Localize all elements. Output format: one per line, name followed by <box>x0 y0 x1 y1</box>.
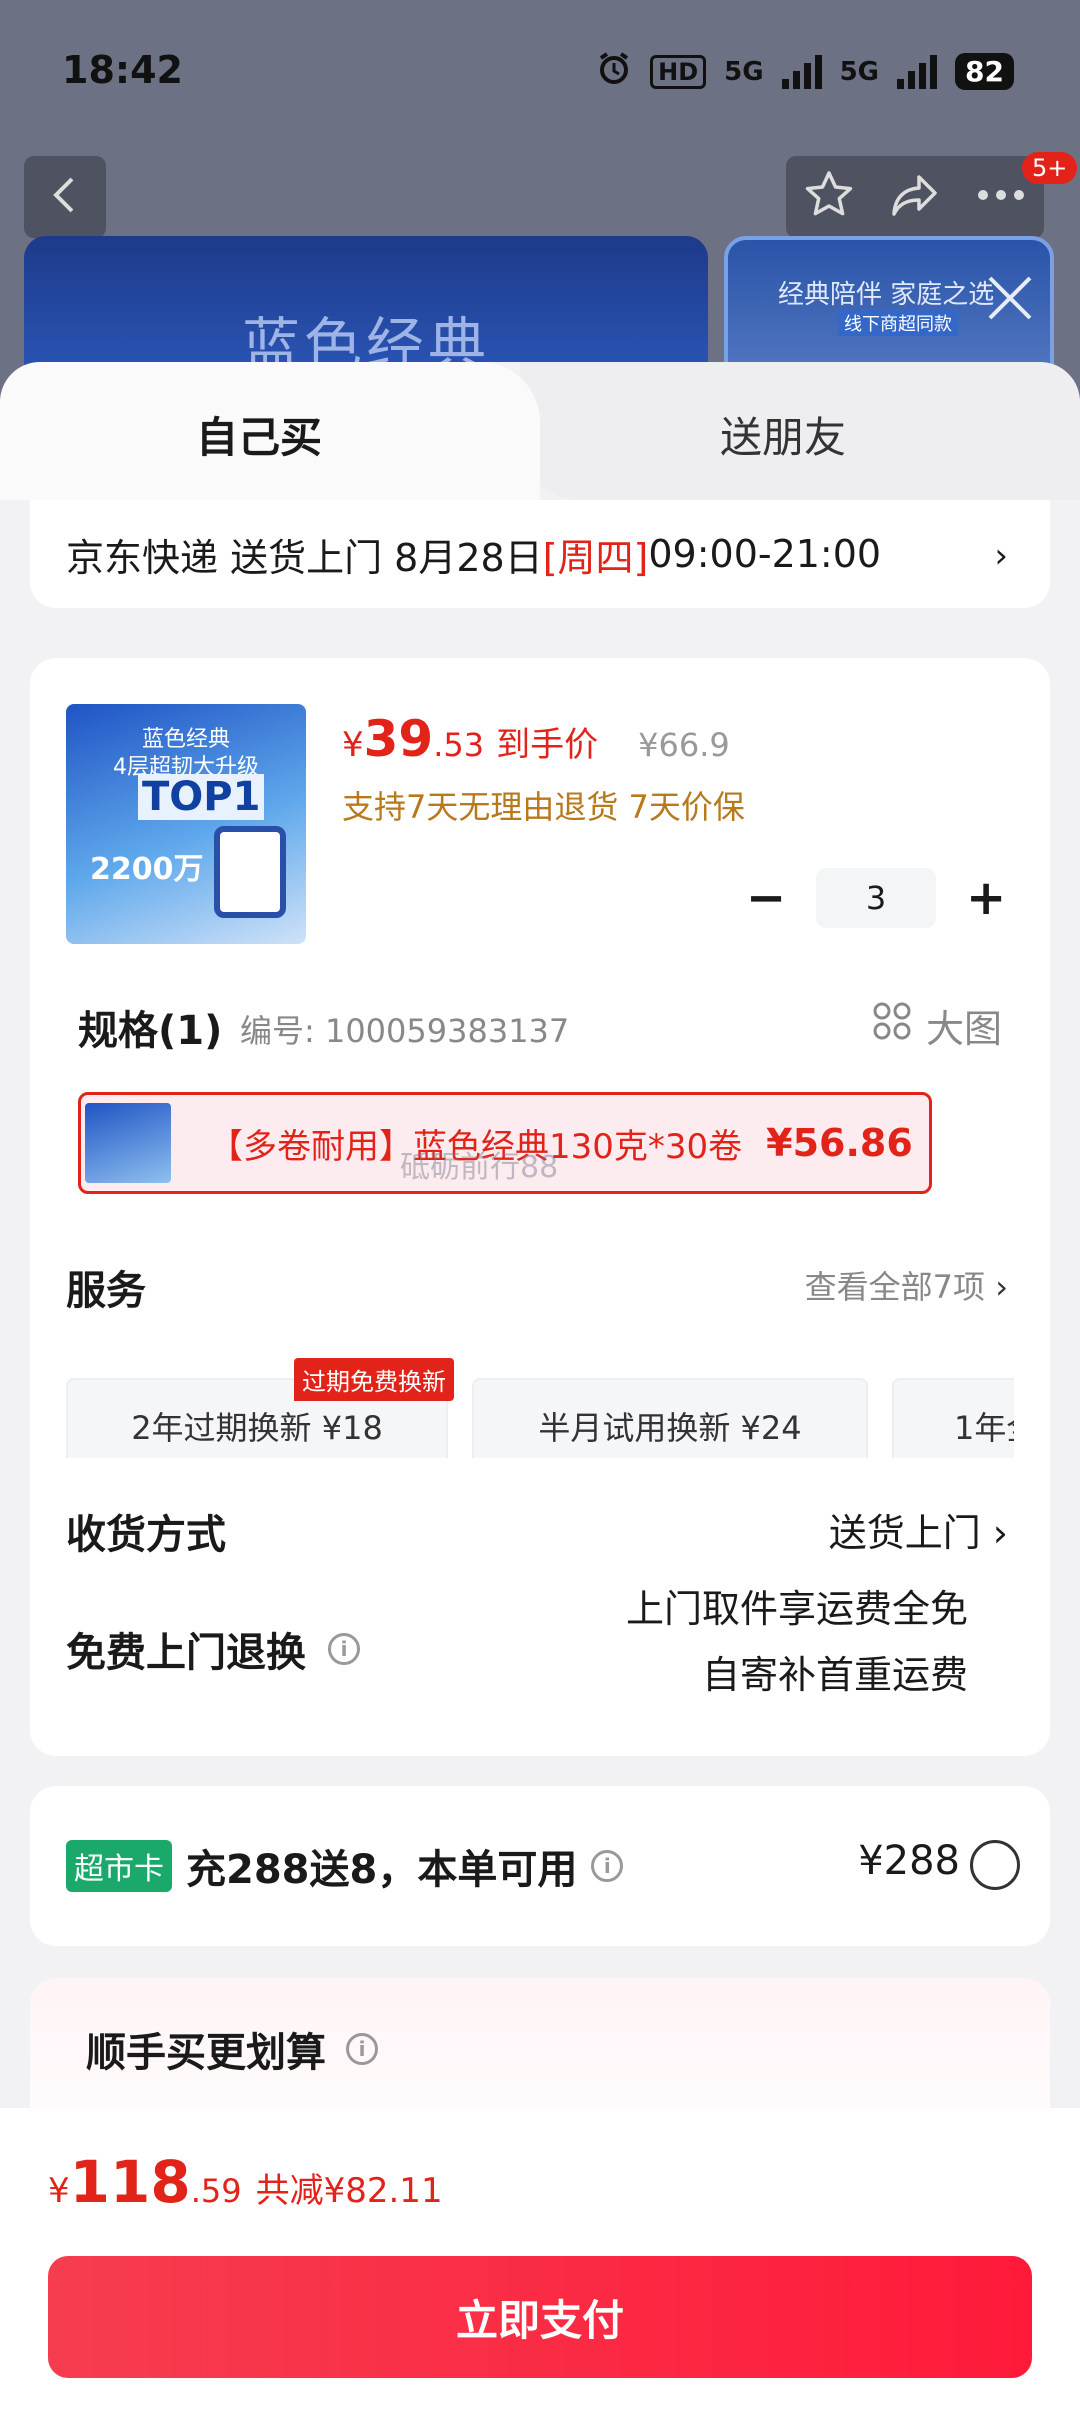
guarantee-text: 支持7天无理由退货 7天价保 <box>342 788 745 826</box>
star-icon[interactable] <box>803 169 855 225</box>
total-savings: 共减¥82.11 <box>255 2171 443 2211</box>
chevron-right-icon: › <box>994 536 1008 576</box>
service-view-all-label: 查看全部7项 <box>804 1268 986 1306</box>
message-badge: 5+ <box>1022 152 1078 184</box>
tab-send-friend[interactable]: 送朋友 <box>520 362 1080 500</box>
delivery-info[interactable]: 京东快递 送货上门 8月28日 [周四] 09:00-21:00 › <box>30 500 1050 608</box>
info-icon[interactable]: i <box>591 1850 624 1882</box>
service-option-year[interactable]: 1年全 <box>892 1378 1014 1458</box>
checkout-sheet: 送朋友 自己买 京东快递 送货上门 8月28日 [周四] 09:00-21:00… <box>0 362 1080 2412</box>
sku-thumbnail <box>85 1103 171 1183</box>
product-image-count: 2200万 <box>90 852 204 887</box>
price-integer: 39 <box>363 710 434 768</box>
banner-sub: 线下商超同款 <box>838 310 958 336</box>
market-card-radio[interactable] <box>970 1840 1020 1890</box>
bundle-deal-label: 顺手买更划算 <box>86 2030 326 2076</box>
tab-buy-self[interactable]: 自己买 <box>0 362 540 500</box>
free-return-line1: 上门取件享运费全免 <box>625 1587 968 1631</box>
watermark: 砥砺前行88 <box>400 1150 559 1185</box>
receive-method-label: 送货上门 <box>828 1511 981 1555</box>
battery-level: 82 <box>955 53 1014 90</box>
free-return-line2: 自寄补首重运费 <box>701 1653 968 1697</box>
market-card-offer[interactable]: 超市卡 充288送8，本单可用 i ¥288 <box>30 1786 1050 1946</box>
free-return-title: 免费上门退换 i <box>66 1620 360 1678</box>
delivery-window: 09:00-21:00 <box>648 532 882 576</box>
bundle-deal-title: 顺手买更划算 i <box>86 2020 378 2078</box>
service-tag: 过期免费换新 <box>294 1358 454 1401</box>
network-type-2: 5G <box>839 56 880 87</box>
total-price: ¥ 118 .59 共减¥82.11 <box>48 2148 443 2216</box>
signal-icon <box>781 54 822 89</box>
price-decimal: .53 <box>433 726 485 764</box>
market-card-text: 充288送8，本单可用 <box>186 1847 578 1893</box>
increase-button[interactable]: + <box>966 870 1006 926</box>
status-bar: 18:42 HD 5G 5G 82 <box>0 0 1080 140</box>
total-decimal: .59 <box>190 2172 242 2210</box>
grid-icon <box>872 1001 912 1050</box>
delivery-carrier: 京东快递 送货上门 8月28日 <box>66 535 543 580</box>
close-icon[interactable] <box>982 270 1038 326</box>
price-symbol: ¥ <box>342 725 364 765</box>
big-image-label: 大图 <box>925 1007 1002 1051</box>
free-return-detail: 上门取件享运费全免 自寄补首重运费 <box>626 1576 968 1708</box>
tab-send-friend-label: 送朋友 <box>720 413 847 462</box>
alarm-icon <box>596 50 632 93</box>
more-icon[interactable] <box>975 185 1027 209</box>
signal-icon-2 <box>897 54 938 89</box>
product-roll-graphic <box>214 826 286 918</box>
hd-icon: HD <box>650 54 707 89</box>
service-option-trial[interactable]: 半月试用换新 ¥24 <box>472 1378 868 1458</box>
chevron-right-icon: › <box>992 1511 1008 1555</box>
pay-now-button[interactable]: 立即支付 <box>48 2256 1032 2378</box>
purchase-tabs: 送朋友 自己买 <box>0 362 1080 500</box>
info-icon[interactable]: i <box>328 1633 360 1665</box>
banner-slogan: 经典陪伴 家庭之选 <box>778 280 995 310</box>
service-title: 服务 <box>66 1268 146 1314</box>
back-button[interactable] <box>24 156 106 238</box>
receive-method-title: 收货方式 <box>66 1512 226 1558</box>
chevron-left-icon <box>50 175 80 219</box>
quantity-input[interactable]: 3 <box>816 868 936 928</box>
delivery-weekday: [周四] <box>542 535 649 580</box>
product-image-top: TOP1 <box>138 774 265 820</box>
total-integer: 118 <box>69 2148 191 2216</box>
network-type-1: 5G <box>724 56 764 87</box>
chevron-right-icon: › <box>995 1268 1008 1306</box>
spec-title: 规格(1) <box>78 1008 223 1054</box>
market-card-amount: ¥288 <box>858 1838 960 1884</box>
sku-price: ¥56.86 <box>766 1121 913 1165</box>
checkout-bar: ¥ 118 .59 共减¥82.11 立即支付 <box>0 2108 1080 2412</box>
free-return-label: 免费上门退换 <box>66 1630 306 1676</box>
quantity-stepper: − 3 + <box>746 868 1006 928</box>
info-icon[interactable]: i <box>346 2033 378 2065</box>
big-image-button[interactable]: 大图 <box>872 998 1002 1053</box>
service-options: 2年过期换新 ¥18 过期免费换新 半月试用换新 ¥24 1年全 <box>66 1358 1014 1458</box>
total-symbol: ¥ <box>48 2171 70 2211</box>
status-time: 18:42 <box>62 48 183 92</box>
top-actions <box>786 156 1044 238</box>
status-icons: HD 5G 5G 82 <box>596 50 1014 93</box>
decrease-button[interactable]: − <box>746 870 786 926</box>
price-label: 到手价 <box>496 725 599 765</box>
product-image-line1: 蓝色经典 <box>141 727 230 752</box>
market-card-tag: 超市卡 <box>66 1840 172 1892</box>
spec-code: 编号: 100059383137 <box>240 1012 570 1050</box>
receive-method-value[interactable]: 送货上门 › <box>829 1502 1008 1557</box>
service-view-all[interactable]: 查看全部7项 › <box>805 1262 1008 1308</box>
share-icon[interactable] <box>889 169 941 225</box>
product-price: ¥ 39 .53 到手价 ¥66.9 <box>342 710 730 768</box>
original-price: ¥66.9 <box>638 726 730 764</box>
product-card: 蓝色经典 4层超韧大升级 TOP1 2200万 ¥ 39 .53 到手价 ¥66.… <box>30 658 1050 1756</box>
tab-buy-self-label: 自己买 <box>196 413 323 462</box>
product-image[interactable]: 蓝色经典 4层超韧大升级 TOP1 2200万 <box>66 704 306 944</box>
